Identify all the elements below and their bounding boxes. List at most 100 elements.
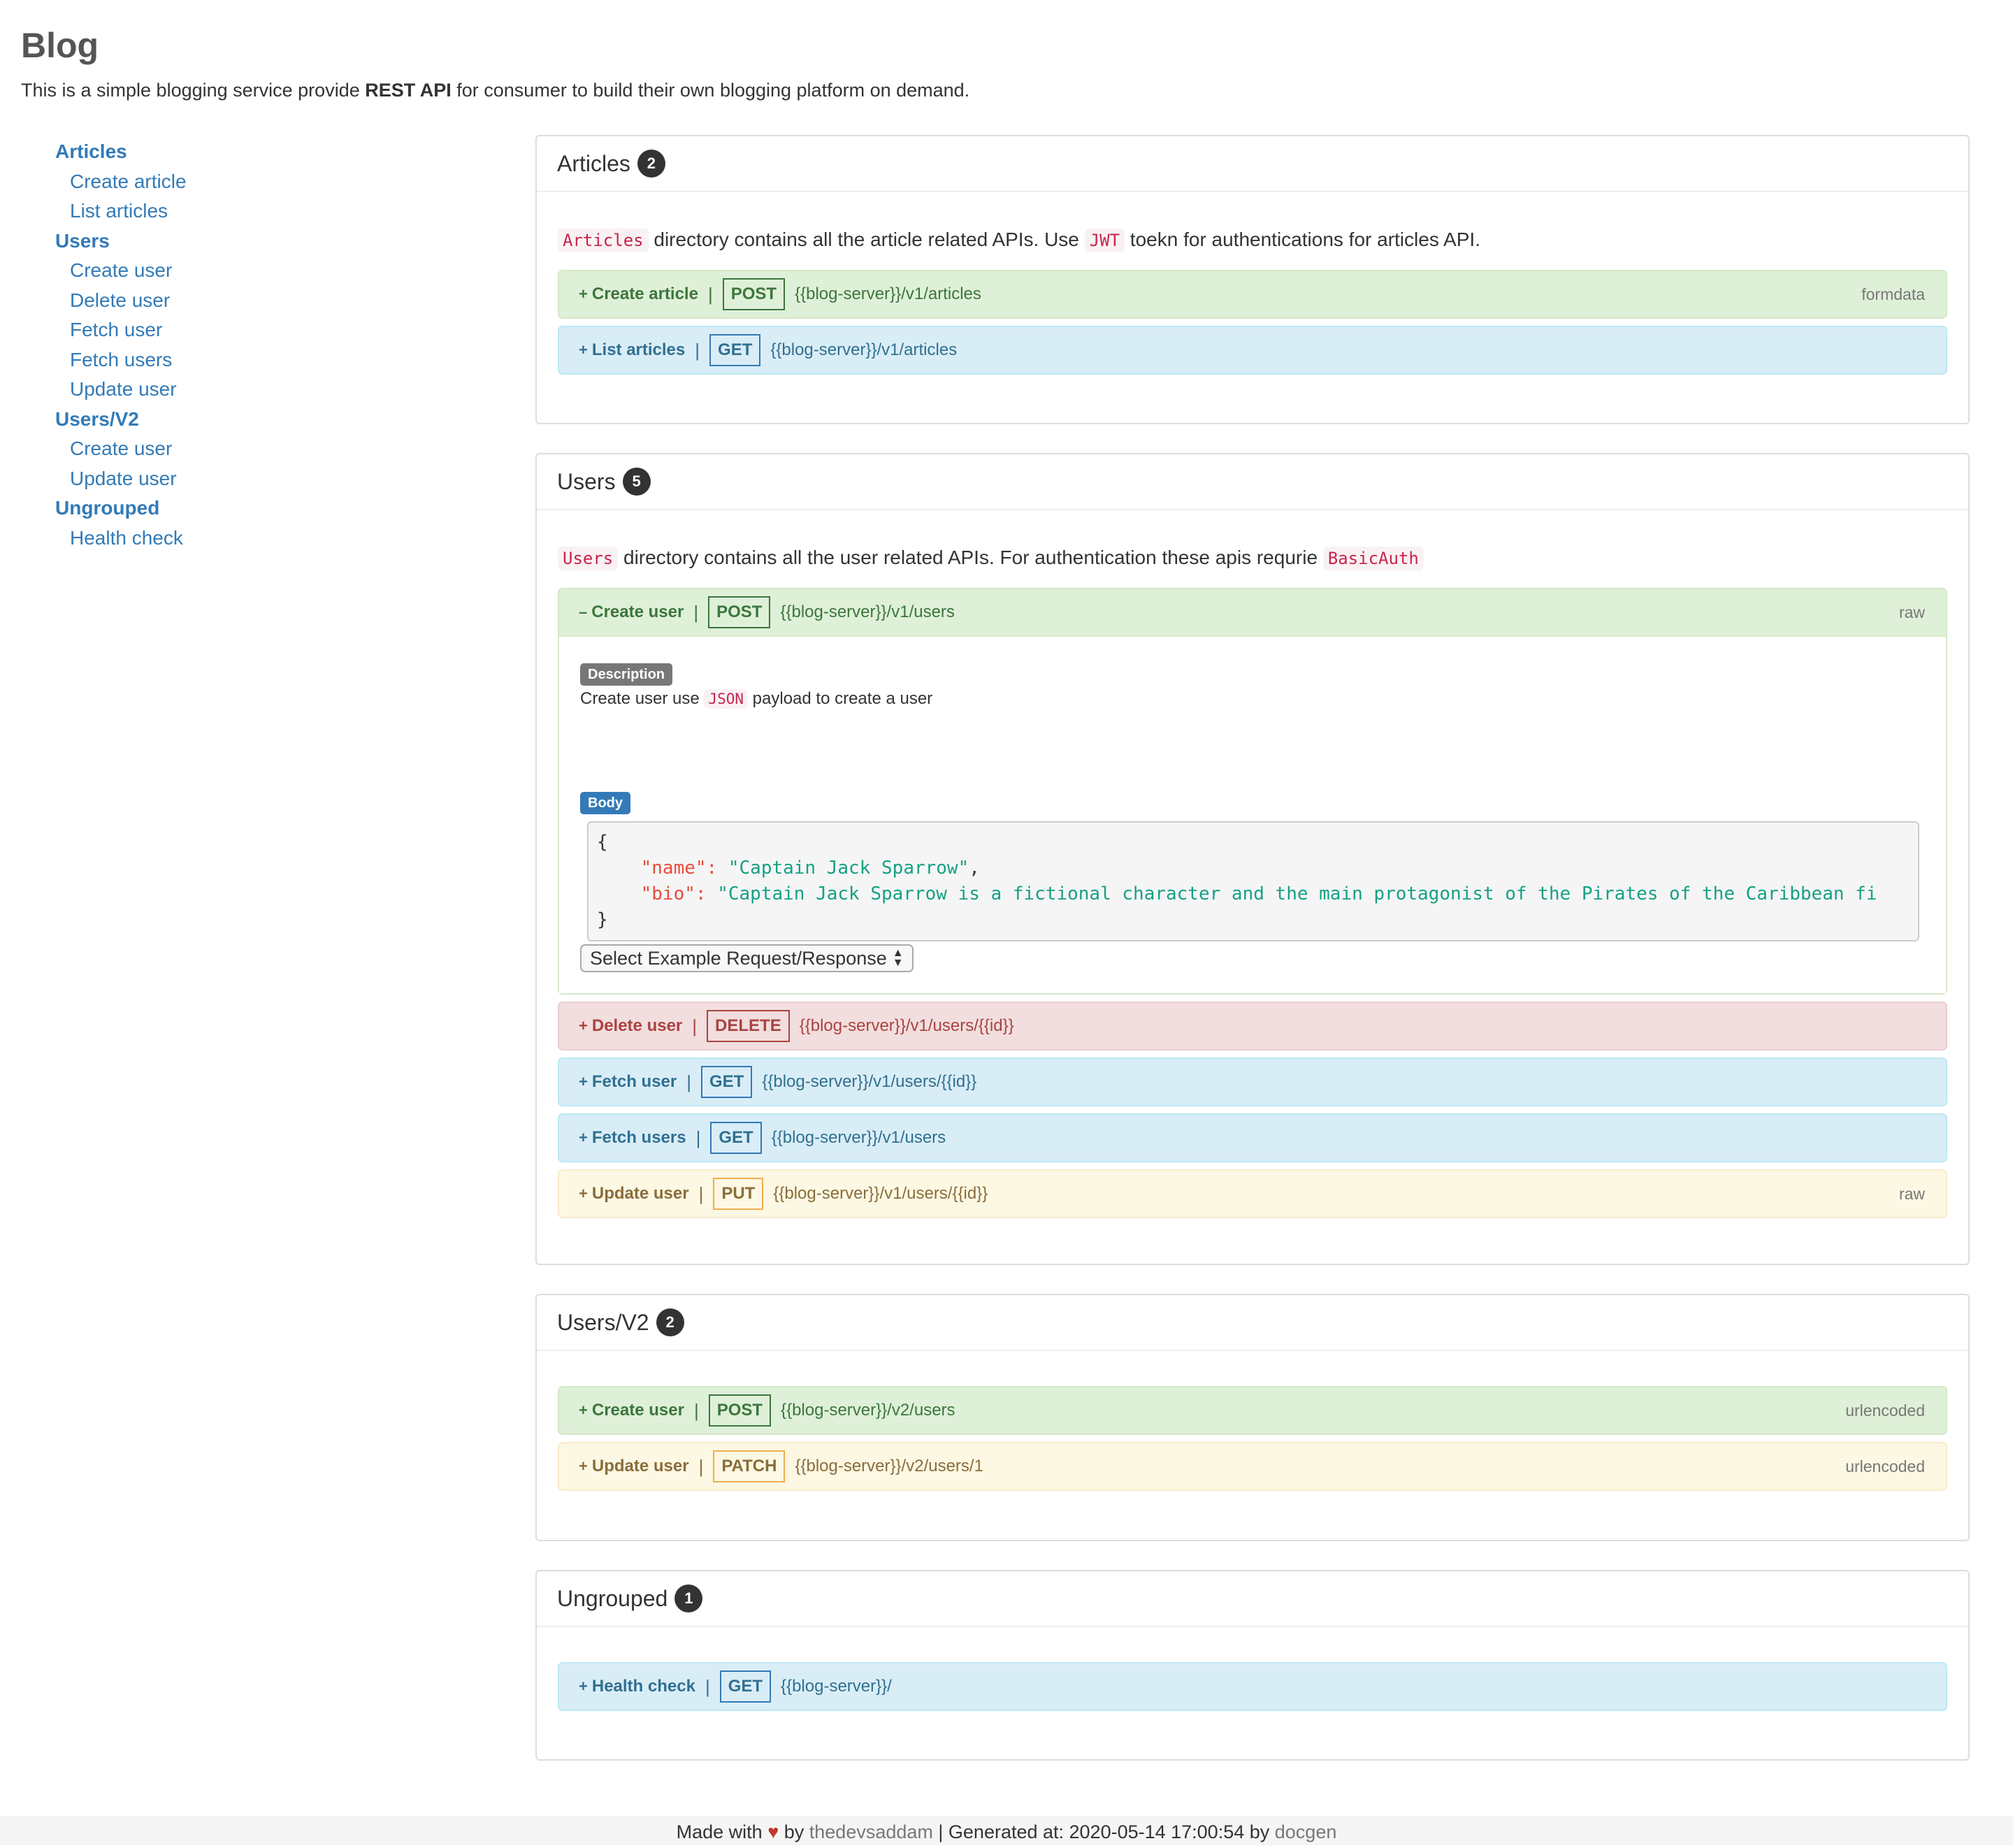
- sidebar-item-create-user[interactable]: Create user: [55, 256, 475, 286]
- request-name: Create user: [591, 602, 684, 621]
- body-label: Body: [580, 792, 630, 814]
- request-header[interactable]: + Fetch user | GET {{blog-server}}/v1/us…: [559, 1059, 1946, 1105]
- request-fetch-user[interactable]: + Fetch user | GET {{blog-server}}/v1/us…: [558, 1057, 1947, 1106]
- desc-text: toekn for authentications for articles A…: [1125, 229, 1480, 250]
- expand-icon: +: [579, 1677, 588, 1695]
- panel-header: Articles 2: [537, 136, 1968, 192]
- panel-title: Users/V2: [557, 1309, 649, 1335]
- count-badge: 1: [674, 1584, 703, 1612]
- method-badge: GET: [709, 334, 761, 366]
- request-header[interactable]: + Create user | POST {{blog-server}}/v2/…: [559, 1387, 1946, 1434]
- docgen-link[interactable]: docgen: [1275, 1821, 1337, 1842]
- sidebar-item-health-check[interactable]: Health check: [55, 524, 475, 554]
- request-name: Update user: [591, 1457, 689, 1475]
- expand-icon: +: [579, 1457, 588, 1475]
- sidebar-item-v2-update-user[interactable]: Update user: [55, 464, 475, 494]
- request-header[interactable]: + List articles | GET {{blog-server}}/v1…: [559, 327, 1946, 373]
- request-body-code: { "name": "Captain Jack Sparrow", "bio":…: [587, 821, 1919, 941]
- inline-code: BasicAuth: [1322, 547, 1424, 570]
- footer: Made with ♥ by thedevsaddam | Generated …: [0, 1816, 2013, 1845]
- inline-code: JSON: [704, 689, 748, 709]
- separator: |: [705, 1675, 710, 1697]
- footer-text: by: [779, 1821, 809, 1842]
- request-name: Update user: [591, 1184, 689, 1203]
- request-create-article[interactable]: + Create article | POST {{blog-server}}/…: [558, 270, 1947, 319]
- sidebar-group-users-v2[interactable]: Users/V2: [55, 405, 475, 435]
- request-name: Create article: [591, 284, 698, 303]
- request-header[interactable]: + Health check | GET {{blog-server}}/: [559, 1663, 1946, 1710]
- request-header[interactable]: + Delete user | DELETE {{blog-server}}/v…: [559, 1003, 1946, 1049]
- separator: |: [693, 601, 699, 623]
- sidebar-item-fetch-users[interactable]: Fetch users: [55, 345, 475, 375]
- request-url: {{blog-server}}/v1/users/{{id}}: [799, 1016, 1014, 1035]
- sidebar-item-create-article[interactable]: Create article: [55, 167, 475, 197]
- description-label: Description: [580, 663, 673, 686]
- json-value: "Captain Jack Sparrow": [728, 858, 969, 879]
- request-description: Create user use JSON payload to create a…: [580, 687, 1925, 711]
- example-select[interactable]: Select Example Request/Response ▲ ▼: [580, 944, 914, 972]
- sidebar-nav: Articles Create article List articles Us…: [55, 137, 475, 553]
- panel-title: Articles: [557, 150, 630, 176]
- count-badge: 5: [622, 468, 651, 496]
- method-badge: PATCH: [713, 1450, 786, 1482]
- request-url: {{blog-server}}/v1/users: [780, 602, 955, 621]
- request-url: {{blog-server}}/v2/users: [781, 1401, 955, 1420]
- collapse-icon: –: [579, 603, 588, 621]
- request-delete-user[interactable]: + Delete user | DELETE {{blog-server}}/v…: [558, 1002, 1947, 1051]
- json-key: "bio": [640, 883, 695, 904]
- sidebar-item-fetch-user[interactable]: Fetch user: [55, 315, 475, 345]
- separator: |: [707, 283, 713, 305]
- request-list-articles[interactable]: + List articles | GET {{blog-server}}/v1…: [558, 326, 1947, 375]
- panel-description: Articles directory contains all the arti…: [558, 226, 1947, 254]
- description-text-end: for consumer to build their own blogging…: [451, 80, 970, 101]
- separator: |: [695, 1127, 701, 1148]
- sidebar-item-delete-user[interactable]: Delete user: [55, 286, 475, 316]
- request-name: Delete user: [591, 1016, 683, 1035]
- page-title: Blog: [21, 26, 99, 65]
- count-badge: 2: [637, 150, 665, 178]
- select-arrows-icon: ▲ ▼: [892, 947, 904, 969]
- sidebar-group-users[interactable]: Users: [55, 226, 475, 257]
- request-health-check[interactable]: + Health check | GET {{blog-server}}/: [558, 1662, 1947, 1711]
- request-fetch-users[interactable]: + Fetch users | GET {{blog-server}}/v1/u…: [558, 1113, 1947, 1162]
- json-brace: }: [597, 909, 608, 930]
- request-header[interactable]: + Fetch users | GET {{blog-server}}/v1/u…: [559, 1115, 1946, 1161]
- panel-title: Ungrouped: [557, 1585, 668, 1611]
- inline-code: JWT: [1084, 229, 1125, 252]
- page-description: This is a simple blogging service provid…: [21, 80, 969, 101]
- separator: |: [698, 1455, 704, 1477]
- sidebar-group-ungrouped[interactable]: Ungrouped: [55, 493, 475, 524]
- request-update-user[interactable]: + Update user | PUT {{blog-server}}/v1/u…: [558, 1169, 1947, 1218]
- sidebar-item-list-articles[interactable]: List articles: [55, 196, 475, 226]
- panel-ungrouped: Ungrouped 1 + Health check | GET {{blog-…: [535, 1570, 1970, 1761]
- method-badge: GET: [701, 1066, 753, 1098]
- request-header[interactable]: – Create user | POST {{blog-server}}/v1/…: [559, 589, 1946, 635]
- select-value: Select Example Request/Response: [590, 947, 887, 969]
- sidebar-group-articles[interactable]: Articles: [55, 137, 475, 167]
- request-header[interactable]: + Update user | PUT {{blog-server}}/v1/u…: [559, 1171, 1946, 1217]
- sidebar-item-update-user[interactable]: Update user: [55, 375, 475, 405]
- request-header[interactable]: + Create article | POST {{blog-server}}/…: [559, 271, 1946, 317]
- request-url: {{blog-server}}/v1/users/{{id}}: [762, 1072, 977, 1091]
- json-value: "Captain Jack Sparrow is a fictional cha…: [717, 883, 1877, 904]
- request-header[interactable]: + Update user | PATCH {{blog-server}}/v2…: [559, 1443, 1946, 1489]
- request-url: {{blog-server}}/: [781, 1677, 892, 1696]
- request-create-user[interactable]: – Create user | POST {{blog-server}}/v1/…: [558, 588, 1947, 995]
- sidebar-item-v2-create-user[interactable]: Create user: [55, 434, 475, 464]
- request-url: {{blog-server}}/v1/users/{{id}}: [773, 1184, 988, 1203]
- body-mode: formdata: [1861, 284, 1925, 303]
- desc-text: directory contains all the article relat…: [648, 229, 1085, 250]
- method-badge: PUT: [713, 1178, 764, 1210]
- separator: |: [693, 1399, 699, 1421]
- method-badge: POST: [722, 278, 786, 310]
- description-text: This is a simple blogging service provid…: [21, 80, 366, 101]
- panel-header: Users 5: [537, 454, 1968, 510]
- request-v2-create-user[interactable]: + Create user | POST {{blog-server}}/v2/…: [558, 1386, 1947, 1435]
- panel-articles: Articles 2 Articles directory contains a…: [535, 135, 1970, 424]
- json-brace: {: [597, 832, 608, 853]
- author-link[interactable]: thedevsaddam: [809, 1821, 933, 1842]
- expand-icon: +: [579, 1185, 588, 1202]
- request-name: Health check: [591, 1677, 695, 1696]
- separator: |: [686, 1071, 691, 1092]
- request-v2-update-user[interactable]: + Update user | PATCH {{blog-server}}/v2…: [558, 1442, 1947, 1491]
